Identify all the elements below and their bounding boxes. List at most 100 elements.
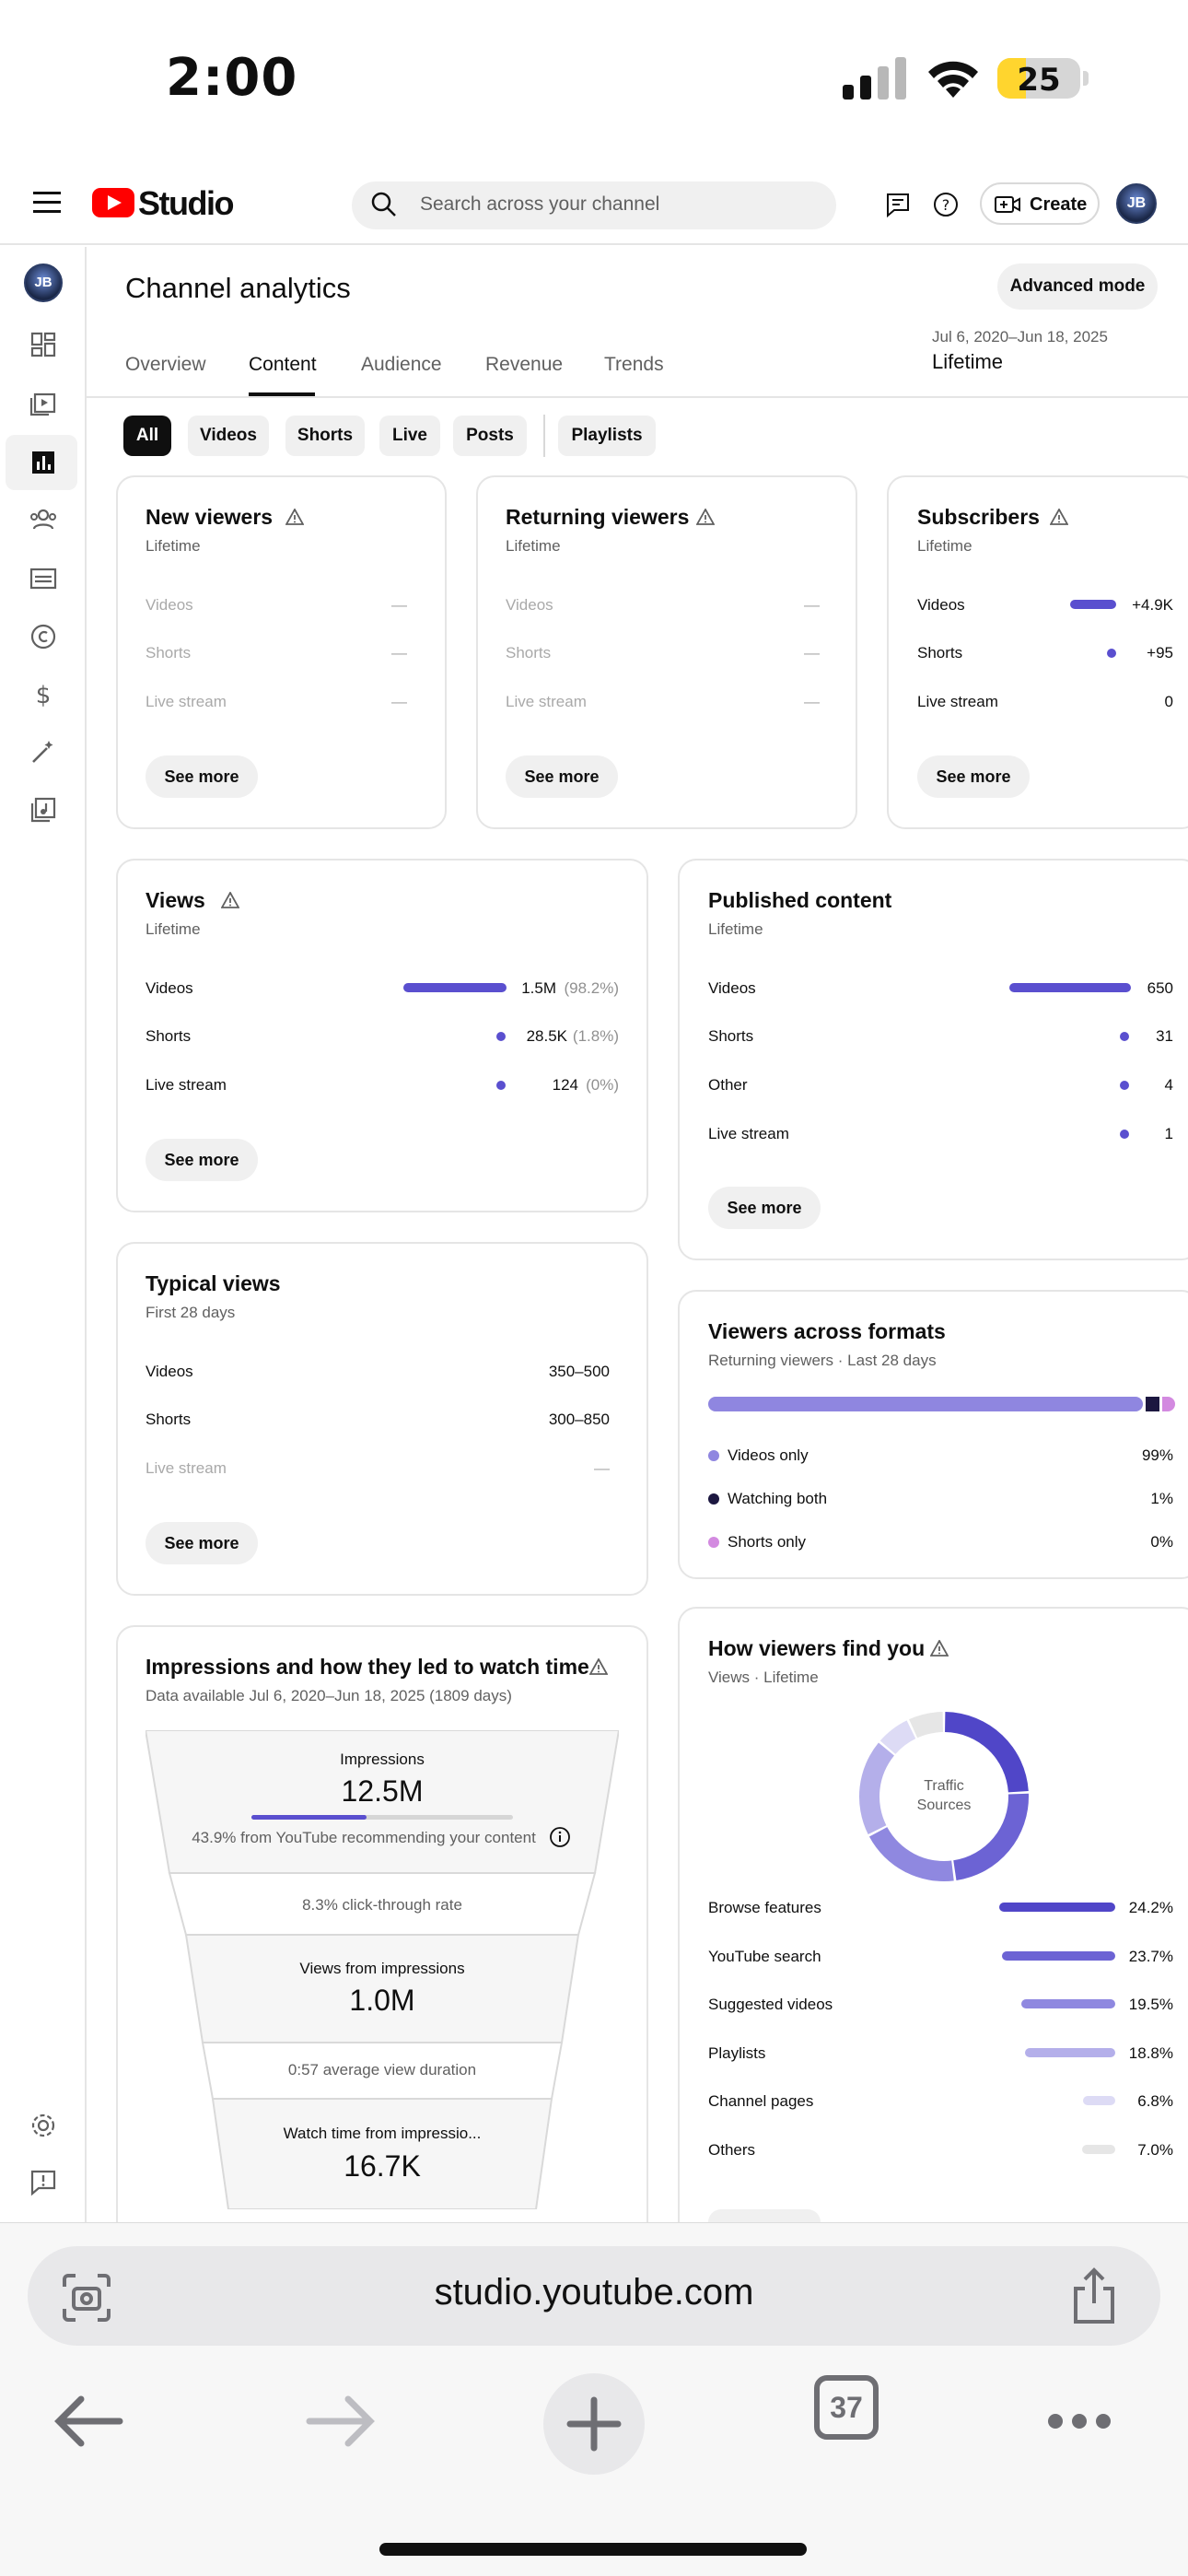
tab-revenue[interactable]: Revenue (485, 354, 563, 376)
analytics-icon[interactable] (29, 448, 58, 477)
see-more-button[interactable]: See more (146, 1139, 258, 1181)
see-more-button-partial[interactable] (708, 2209, 821, 2222)
search-placeholder: Search across your channel (420, 193, 660, 215)
views-videos-bar (403, 983, 507, 992)
tab-trends[interactable]: Trends (604, 354, 664, 376)
see-more-button[interactable]: See more (146, 755, 258, 798)
customization-icon[interactable] (29, 737, 58, 767)
row-value: 124 (552, 1076, 578, 1094)
feedback-icon[interactable] (884, 191, 912, 218)
tab-overview[interactable]: Overview (125, 354, 206, 376)
traffic-row-label: Browse features (708, 1899, 821, 1916)
page-title: Channel analytics (125, 272, 351, 304)
content-icon[interactable] (29, 388, 58, 417)
impressions-value: 12.5M (341, 1774, 424, 1808)
traffic-row-label: Others (708, 2141, 756, 2159)
back-icon[interactable] (52, 2394, 125, 2449)
tab-audience[interactable]: Audience (361, 354, 442, 376)
community-icon[interactable] (29, 505, 58, 534)
advanced-mode-button[interactable]: Advanced mode (997, 263, 1158, 310)
svg-text:?: ? (942, 196, 950, 214)
info-icon[interactable] (549, 1826, 571, 1848)
row-value: 99% (1141, 1446, 1173, 1464)
traffic-row-value: 23.7% (1128, 1947, 1173, 1965)
chip-playlists[interactable]: Playlists (558, 416, 656, 456)
channel-avatar[interactable]: JB (24, 263, 63, 302)
see-more-button[interactable]: See more (146, 1522, 258, 1564)
studio-logo-text[interactable]: Studio (138, 184, 234, 223)
earn-icon[interactable]: $ (29, 679, 58, 708)
formats-videos-bar (708, 1397, 1143, 1411)
warning-icon[interactable] (696, 509, 715, 525)
share-icon[interactable] (1068, 2266, 1120, 2325)
subscribers-title: Subscribers (917, 505, 1040, 529)
row-label: Live stream (708, 1125, 789, 1142)
views-live-dot (496, 1081, 506, 1090)
impressions-title: Impressions and how they led to watch ti… (146, 1655, 589, 1679)
see-more-button[interactable]: See more (506, 755, 618, 798)
send-feedback-icon[interactable] (29, 2168, 58, 2197)
row-value: 4 (1164, 1076, 1173, 1094)
row-value: — (594, 1459, 610, 1477)
row-label: Shorts (506, 644, 552, 662)
avd-text: 0:57 average view duration (287, 2061, 477, 2078)
chip-shorts[interactable]: Shorts (285, 416, 365, 456)
watch-time-value: 16.7K (344, 2149, 421, 2183)
audio-library-icon[interactable] (29, 795, 58, 825)
legend-dot (708, 1450, 719, 1461)
views-from-impressions-label: Views from impressions (299, 1960, 465, 1977)
menu-icon[interactable] (33, 192, 61, 214)
row-value: 28.5K (526, 1027, 567, 1045)
see-more-button[interactable]: See more (708, 1187, 821, 1229)
chip-all[interactable]: All (123, 416, 171, 456)
dashboard-icon[interactable] (29, 330, 58, 359)
new-viewers-subtitle: Lifetime (146, 537, 201, 555)
published-live-dot (1120, 1130, 1129, 1139)
traffic-row-value: 19.5% (1128, 1996, 1173, 2014)
warning-icon[interactable] (1050, 509, 1068, 525)
traffic-row-bar (1001, 1950, 1115, 1961)
forward-icon[interactable] (304, 2394, 378, 2449)
help-icon[interactable]: ? (932, 191, 960, 218)
warning-icon[interactable] (589, 1658, 608, 1675)
create-button[interactable]: Create (980, 182, 1100, 225)
tab-content[interactable]: Content (249, 354, 317, 376)
legend-dot (708, 1493, 719, 1505)
chip-videos[interactable]: Videos (188, 416, 269, 456)
row-value: — (804, 596, 820, 614)
account-avatar[interactable]: JB (1116, 183, 1157, 224)
donut-slice (909, 1712, 943, 1739)
row-label: Videos (146, 979, 193, 997)
row-label: Videos (506, 596, 553, 614)
youtube-logo-icon[interactable] (92, 188, 134, 217)
copyright-icon[interactable] (29, 622, 58, 651)
see-more-button[interactable]: See more (917, 755, 1030, 798)
formats-both-bar (1146, 1397, 1159, 1411)
new-viewers-title: New viewers (146, 505, 274, 529)
row-value: 1% (1150, 1490, 1173, 1507)
subtitles-icon[interactable] (29, 564, 58, 593)
chip-live[interactable]: Live (379, 416, 440, 456)
home-indicator (379, 2543, 807, 2556)
wifi-icon (928, 61, 978, 98)
date-range-text[interactable]: Jul 6, 2020–Jun 18, 2025 (932, 328, 1108, 346)
row-label: Live stream (146, 1076, 227, 1094)
views-subtitle: Lifetime (146, 920, 201, 938)
row-label: Videos (708, 979, 756, 997)
impressions-progress-fill (251, 1815, 367, 1820)
date-range-label[interactable]: Lifetime (932, 350, 1003, 374)
row-value: 0% (1150, 1533, 1173, 1551)
more-icon[interactable] (1046, 2412, 1112, 2430)
typical-views-subtitle: First 28 days (146, 1304, 236, 1321)
donut-center-label: Traffic Sources (852, 1776, 1036, 1815)
chip-posts[interactable]: Posts (453, 416, 527, 456)
url-text[interactable]: studio.youtube.com (0, 2272, 1188, 2313)
row-value: 0 (1164, 693, 1173, 710)
settings-icon[interactable] (29, 2111, 58, 2140)
published-subtitle: Lifetime (708, 920, 763, 938)
warning-icon[interactable] (285, 509, 304, 525)
traffic-row-bar (1021, 1999, 1115, 2009)
warning-icon[interactable] (221, 892, 239, 908)
warning-icon[interactable] (930, 1640, 949, 1657)
tabs-button[interactable]: 37 (814, 2375, 879, 2440)
